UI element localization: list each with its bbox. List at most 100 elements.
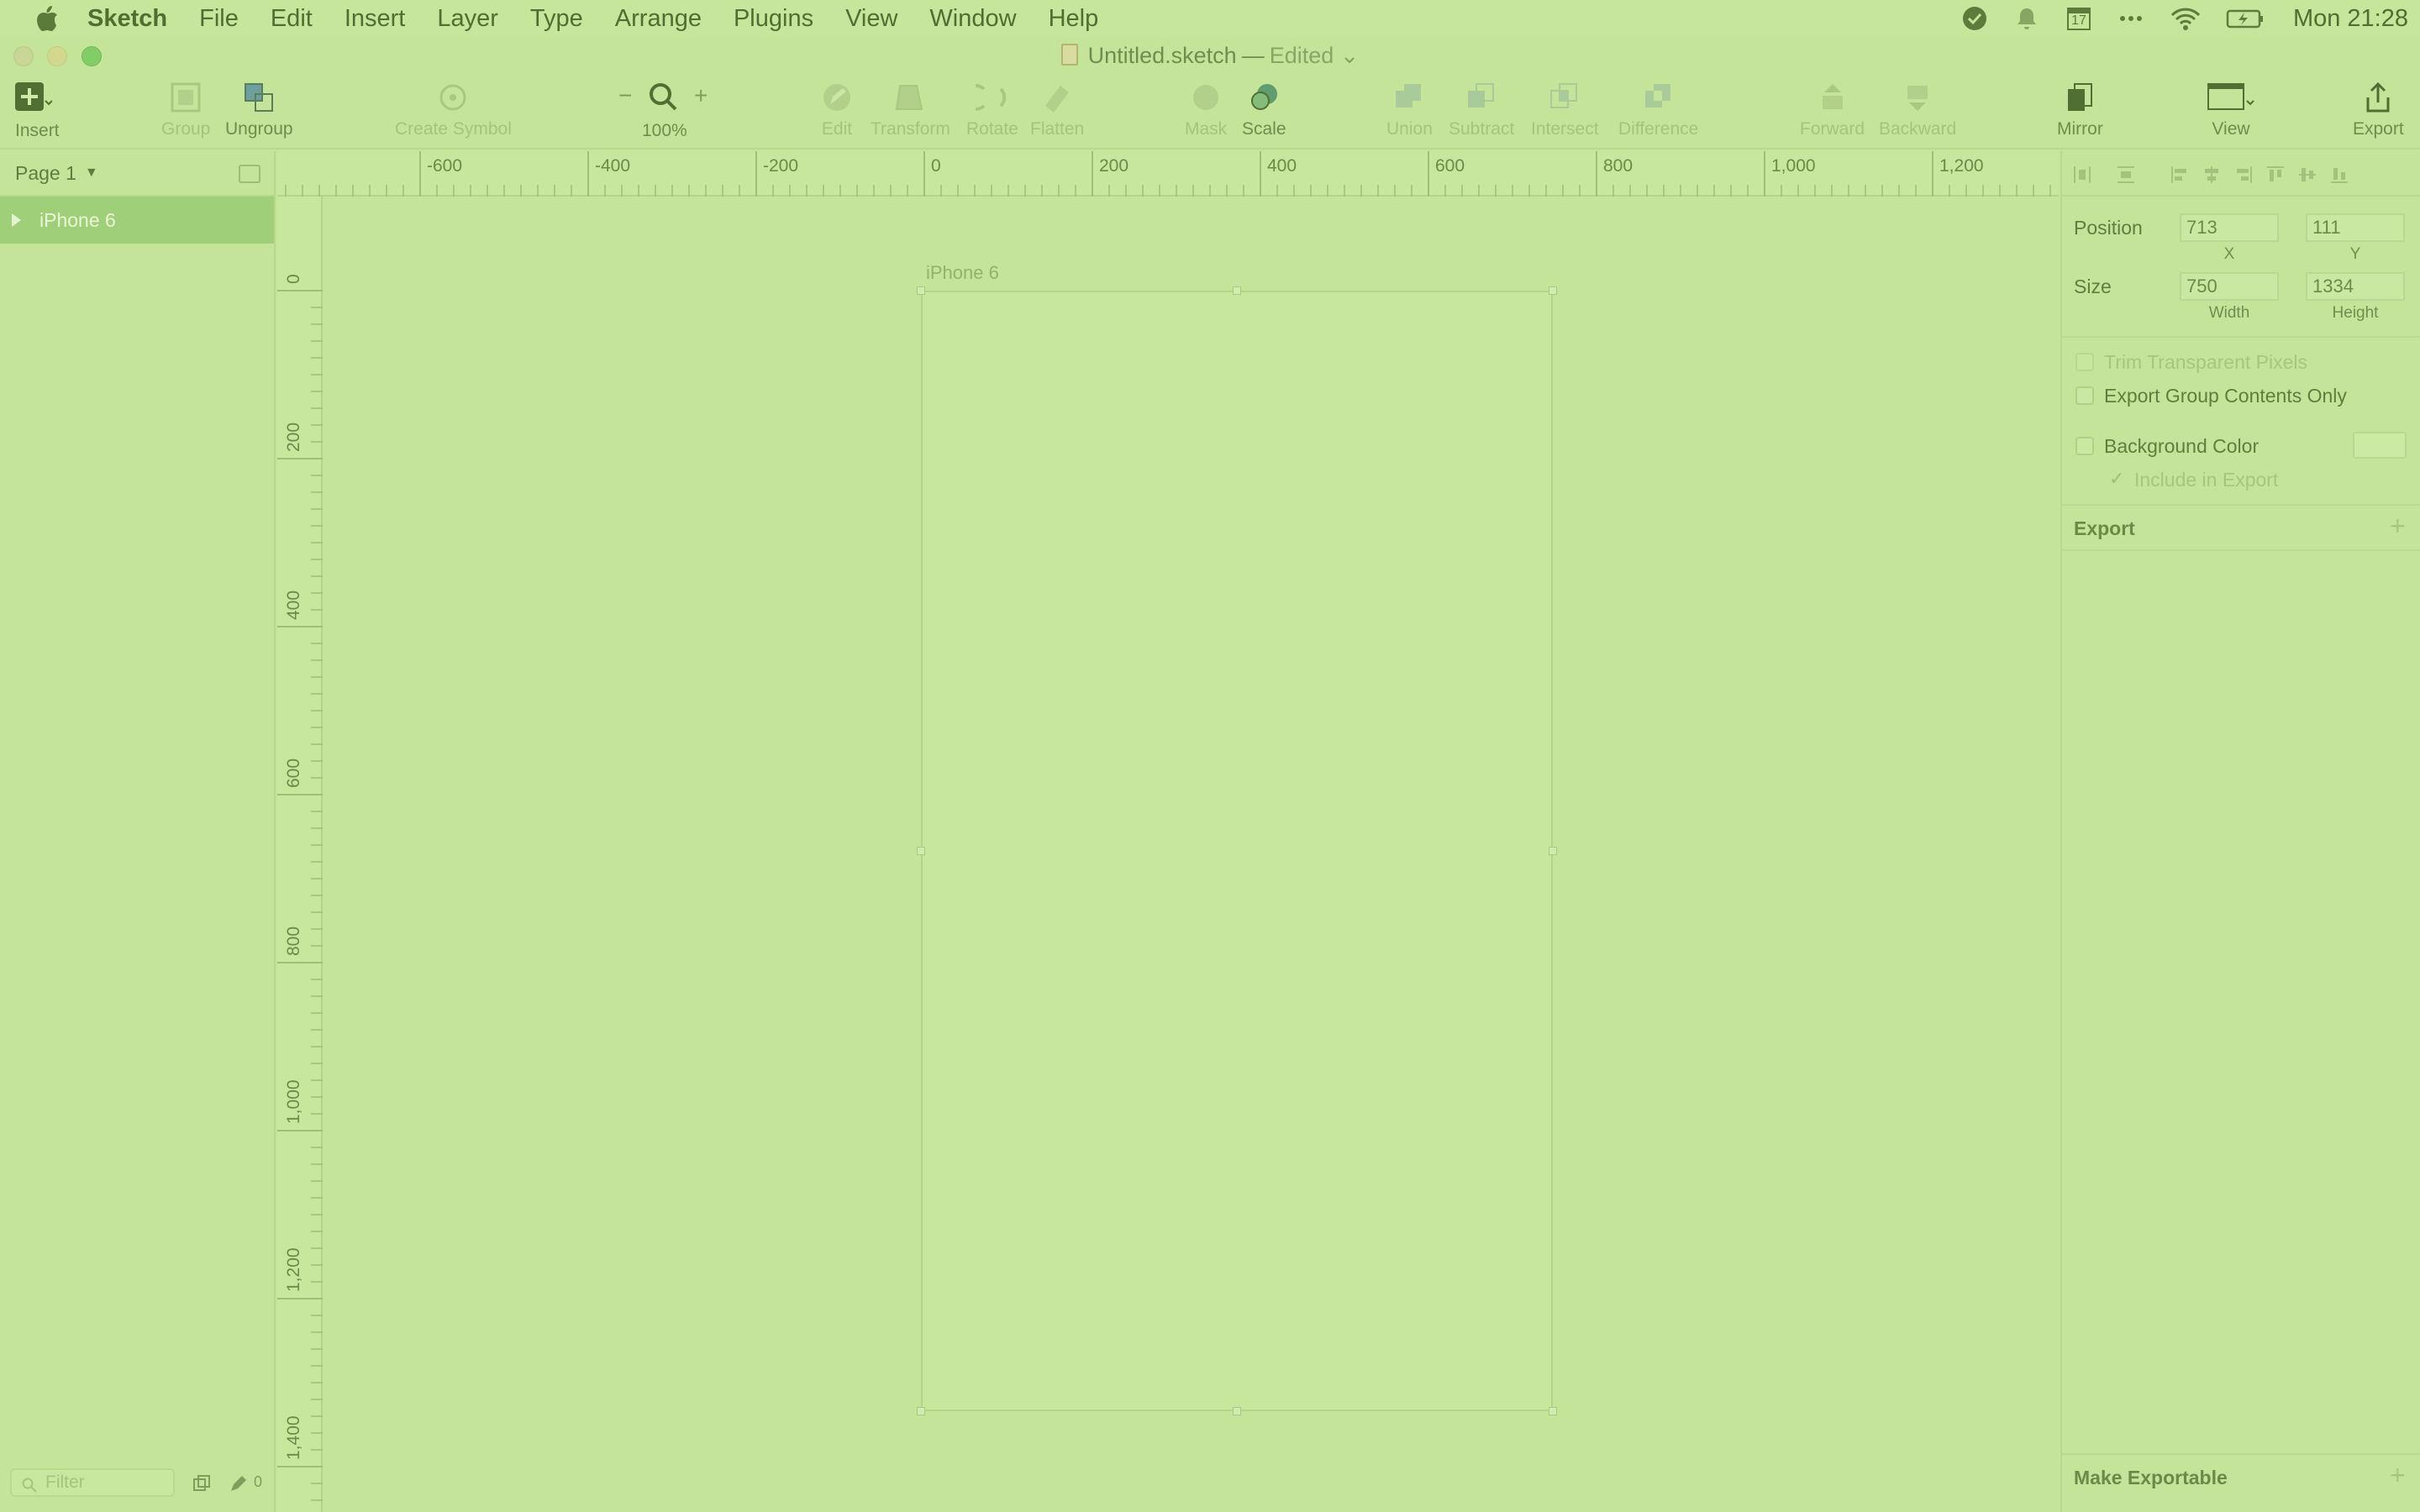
layer-filter-input[interactable]: Filter: [10, 1468, 175, 1497]
distribute-horizontal-icon[interactable]: [2072, 165, 2092, 185]
scale-button[interactable]: Scale: [1242, 81, 1286, 139]
symbols-filter-icon[interactable]: [192, 1473, 212, 1494]
ungroup-button[interactable]: Ungroup: [225, 81, 293, 139]
ungroup-icon: [242, 81, 276, 114]
align-middle-vertical-icon[interactable]: [2297, 165, 2317, 185]
page-name: Page 1: [15, 161, 76, 184]
union-icon: [1392, 81, 1426, 114]
align-bottom-icon[interactable]: [2329, 165, 2349, 185]
distribute-vertical-icon[interactable]: [2116, 165, 2136, 185]
checkmark-badge-icon[interactable]: [1960, 4, 1989, 33]
layers-panel: Page 1 ▼ iPhone 6 Filter 0: [0, 151, 276, 1512]
forward-label: Forward: [1800, 119, 1865, 139]
wifi-icon[interactable]: [2169, 4, 2202, 33]
union-button[interactable]: Union: [1386, 81, 1433, 139]
width-field[interactable]: 750: [2180, 272, 2279, 301]
menu-file[interactable]: File: [199, 5, 239, 33]
menu-app-sketch[interactable]: Sketch: [87, 5, 167, 33]
canvas[interactable]: iPhone 6: [323, 197, 2059, 1512]
insert-button[interactable]: Insert: [12, 81, 60, 140]
create-symbol-button[interactable]: Create Symbol: [395, 81, 512, 139]
ruler-label: 1,200: [284, 1247, 303, 1292]
layer-label: iPhone 6: [39, 208, 116, 231]
trim-pixels-checkbox[interactable]: [2075, 353, 2094, 371]
page-selector[interactable]: Page 1 ▼: [0, 151, 274, 197]
menu-help[interactable]: Help: [1049, 5, 1099, 33]
view-button[interactable]: View: [2207, 81, 2255, 139]
vertical-ruler[interactable]: 0 200 400 600 800 1,000 1,200 1,400: [277, 197, 323, 1512]
resize-handle-bottom-left[interactable]: [917, 1407, 925, 1415]
ruler-label: 1,400: [284, 1415, 303, 1460]
more-dots-icon[interactable]: [2117, 4, 2145, 33]
zoom-in-button[interactable]: +: [694, 82, 708, 109]
flatten-button[interactable]: Flatten: [1030, 81, 1084, 139]
horizontal-ruler[interactable]: -600 -400 -200 0 200 400 600 800 1,000 1,200: [277, 151, 2059, 197]
collapse-pages-icon[interactable]: [239, 165, 260, 183]
mask-button[interactable]: Mask: [1185, 81, 1227, 139]
edited-layers-pencil-icon[interactable]: [229, 1473, 249, 1494]
notification-bell-icon[interactable]: [2012, 4, 2041, 33]
align-top-icon[interactable]: [2265, 165, 2286, 185]
position-y-field[interactable]: 111: [2306, 213, 2405, 242]
resize-handle-left[interactable]: [917, 847, 925, 855]
background-color-checkbox[interactable]: [2075, 437, 2094, 455]
group-button[interactable]: Group: [161, 81, 210, 139]
menu-plugins[interactable]: Plugins: [734, 5, 813, 33]
menu-type[interactable]: Type: [530, 5, 583, 33]
zoom-level[interactable]: 100%: [642, 121, 687, 141]
resize-handle-bottom-right[interactable]: [1549, 1407, 1557, 1415]
zoom-out-button[interactable]: −: [618, 82, 632, 109]
menu-window[interactable]: Window: [929, 5, 1016, 33]
backward-button[interactable]: Backward: [1879, 81, 1956, 139]
menu-edit[interactable]: Edit: [271, 5, 313, 33]
resize-handle-right[interactable]: [1549, 847, 1557, 855]
include-in-export-check-icon[interactable]: ✓: [2109, 468, 2124, 490]
export-share-icon: [2361, 81, 2395, 114]
align-left-icon[interactable]: [2170, 165, 2190, 185]
make-exportable-plus-icon[interactable]: +: [2390, 1460, 2406, 1491]
menubar-clock[interactable]: Mon 21:28: [2293, 5, 2408, 33]
resize-handle-top-left[interactable]: [917, 286, 925, 295]
align-right-icon[interactable]: [2233, 165, 2254, 185]
inspector-divider: [2062, 336, 2420, 338]
difference-button[interactable]: Difference: [1618, 81, 1698, 139]
make-exportable-button[interactable]: Make Exportable: [2074, 1467, 2228, 1489]
menu-arrange[interactable]: Arrange: [615, 5, 702, 33]
menu-insert[interactable]: Insert: [345, 5, 406, 33]
page-caret-down-icon: ▼: [84, 165, 98, 180]
document-title[interactable]: Untitled.sketch — Edited ⌄: [0, 43, 2420, 69]
battery-icon[interactable]: [2226, 4, 2265, 33]
calendar-icon[interactable]: 17: [2065, 4, 2093, 33]
title-chevron-down-icon[interactable]: ⌄: [1334, 43, 1360, 68]
align-center-horizontal-icon[interactable]: [2202, 165, 2222, 185]
width-caption: Width: [2208, 304, 2250, 322]
intersect-button[interactable]: Intersect: [1531, 81, 1599, 139]
transform-button[interactable]: Transform: [871, 81, 950, 139]
apple-menu-icon[interactable]: [35, 5, 59, 32]
rotate-button[interactable]: Rotate: [962, 81, 1018, 139]
artboard-iphone-6[interactable]: [921, 291, 1553, 1411]
zoom-magnifier-icon[interactable]: [647, 81, 681, 114]
forward-button[interactable]: Forward: [1800, 81, 1865, 139]
height-field[interactable]: 1334: [2306, 272, 2405, 301]
resize-handle-top-right[interactable]: [1549, 286, 1557, 295]
export-button[interactable]: Export: [2353, 81, 2404, 139]
artboard-title[interactable]: iPhone 6: [926, 262, 999, 284]
resize-handle-bottom[interactable]: [1233, 1407, 1241, 1415]
y-caption: Y: [2349, 245, 2361, 263]
subtract-button[interactable]: Subtract: [1449, 81, 1514, 139]
add-export-plus-icon[interactable]: +: [2390, 511, 2406, 542]
mask-icon: [1189, 81, 1223, 114]
calendar-day: 17: [2071, 13, 2086, 28]
export-group-contents-checkbox[interactable]: [2075, 386, 2094, 405]
layer-row-artboard[interactable]: iPhone 6: [0, 197, 274, 244]
disclosure-triangle-icon[interactable]: [12, 213, 21, 227]
resize-handle-top[interactable]: [1233, 286, 1241, 295]
ruler-label: -600: [427, 156, 462, 176]
position-x-field[interactable]: 713: [2180, 213, 2279, 242]
edit-button[interactable]: Edit: [820, 81, 854, 139]
menu-layer[interactable]: Layer: [437, 5, 498, 33]
background-color-well[interactable]: [2353, 432, 2407, 459]
menu-view[interactable]: View: [845, 5, 897, 33]
mirror-button[interactable]: Mirror: [2057, 81, 2103, 139]
